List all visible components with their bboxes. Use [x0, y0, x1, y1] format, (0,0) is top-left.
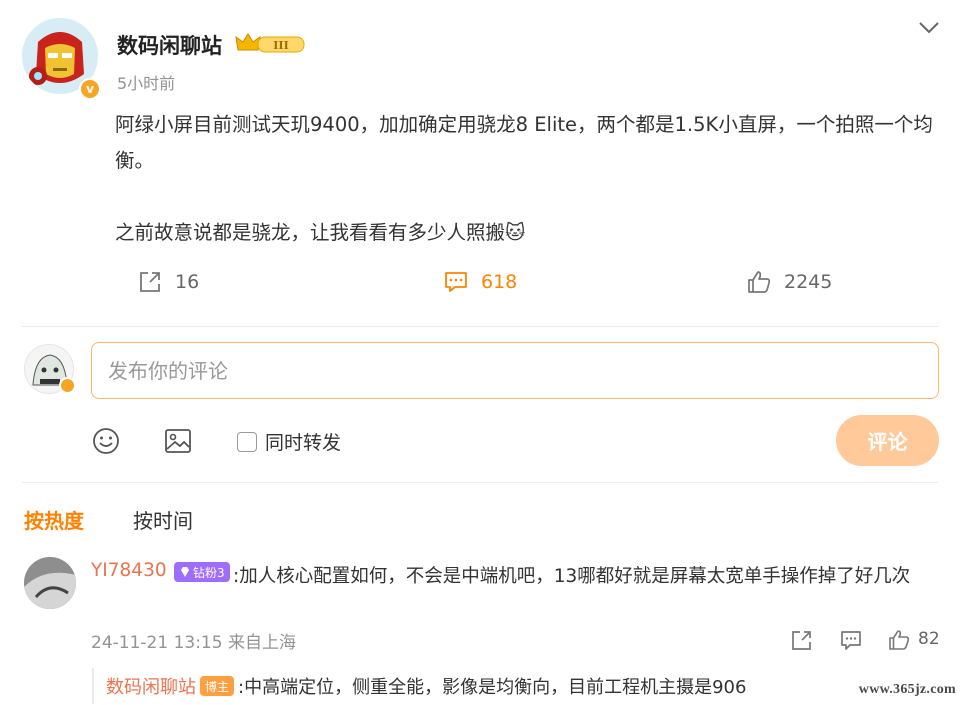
comment-icon: [445, 272, 467, 292]
thumbs-up-icon[interactable]: [887, 628, 911, 652]
post-paragraph: 阿绿小屏目前测试天玑9400，加加确定用骁龙8 Elite，两个都是1.5K小直…: [115, 113, 933, 172]
repost-checkbox-group[interactable]: 同时转发: [237, 428, 341, 455]
post-header: v 数码闲聊站 III 5小时前: [22, 18, 942, 108]
post-action-bar: 16 618 2245: [0, 262, 960, 302]
chevron-down-icon[interactable]: [918, 20, 940, 36]
thumbs-up-icon: [748, 271, 771, 293]
post-content: 阿绿小屏目前测试天玑9400，加加确定用骁龙8 Elite，两个都是1.5K小直…: [115, 107, 935, 251]
repost-checkbox[interactable]: [237, 431, 257, 452]
like-count: 2245: [784, 271, 833, 293]
repost-count: 16: [175, 271, 200, 293]
sort-by-hot-tab[interactable]: 按热度: [24, 505, 84, 534]
diamond-icon: [181, 567, 189, 577]
sort-by-time-tab[interactable]: 按时间: [133, 505, 193, 534]
share-icon: [140, 272, 160, 292]
verified-badge-icon: [59, 377, 76, 394]
level-badge-text: III: [273, 39, 288, 52]
divider: [22, 482, 938, 483]
comment-like-count: 82: [918, 629, 940, 649]
comment-button[interactable]: 618: [443, 262, 517, 302]
reply-text: :中高端定位，侧重全能，影像是均衡向，目前工程机主摄是906: [238, 677, 747, 698]
comment-meta: 24-11-21 13:15 来自上海: [91, 633, 296, 653]
post-paragraph: 之前故意说都是骁龙，让我看看有多少人照搬🐱: [115, 221, 526, 244]
repost-button[interactable]: 16: [137, 262, 199, 302]
watermark: www.365jz.com: [858, 682, 956, 697]
repost-checkbox-label: 同时转发: [265, 432, 342, 454]
image-icon[interactable]: [162, 425, 194, 457]
divider: [22, 326, 938, 327]
like-button[interactable]: 2245: [746, 262, 832, 302]
fan-badge-text: 钻粉3: [193, 565, 225, 580]
reply-item: 数码闲聊站 博主 :中高端定位，侧重全能，影像是均衡向，目前工程机主摄是906: [92, 668, 942, 704]
comment-input[interactable]: [91, 342, 939, 399]
user-avatar-icon: [24, 557, 76, 609]
submit-comment-button[interactable]: 评论: [836, 415, 939, 466]
author-badge: 博主: [200, 676, 235, 696]
fan-badge: 钻粉3: [174, 562, 230, 582]
comment-icon[interactable]: [839, 628, 863, 652]
share-icon[interactable]: [790, 628, 814, 652]
verified-badge-icon: v: [79, 78, 101, 100]
emoji-icon[interactable]: [90, 425, 122, 457]
post-time: 5小时前: [117, 74, 176, 93]
commenter-name[interactable]: YI78430: [91, 560, 167, 581]
fan-level-crown-icon: III: [234, 31, 306, 55]
commenter-avatar[interactable]: [24, 557, 76, 609]
author-name[interactable]: 数码闲聊站: [117, 30, 222, 60]
reply-author-name[interactable]: 数码闲聊站: [106, 673, 196, 699]
comment-count: 618: [481, 271, 518, 293]
